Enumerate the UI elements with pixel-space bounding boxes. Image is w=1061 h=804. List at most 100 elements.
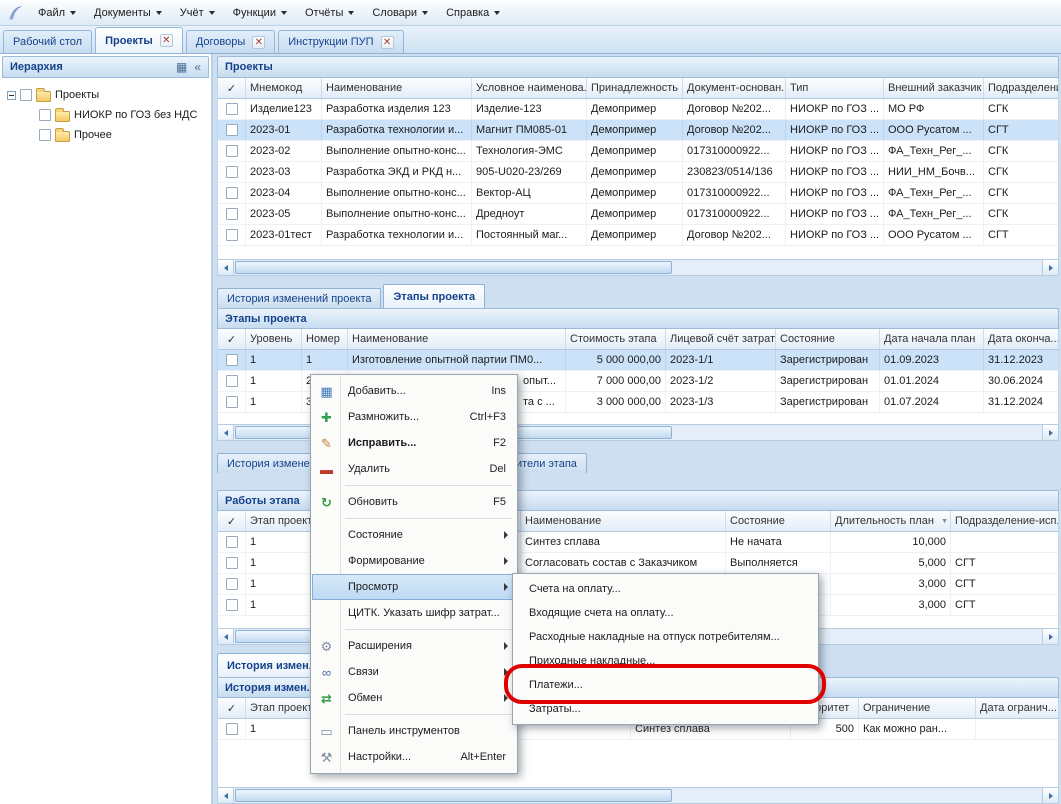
tree-checkbox[interactable] xyxy=(39,129,51,141)
tree-item-niokr-goz[interactable]: НИОКР по ГОЗ без НДС xyxy=(2,105,209,125)
scroll-left-button[interactable] xyxy=(218,260,234,275)
submenu-costs[interactable]: Затраты... xyxy=(514,697,817,721)
column-header[interactable]: Наименование xyxy=(348,329,566,349)
row-checkbox[interactable] xyxy=(226,557,238,569)
context-add[interactable]: ▦Добавить...Ins xyxy=(312,378,516,404)
context-view[interactable]: Просмотр xyxy=(312,574,516,600)
table-row[interactable]: 2023-04Выполнение опытно-конс...Вектор-А… xyxy=(218,183,1058,204)
context-delete[interactable]: ▬УдалитьDel xyxy=(312,456,516,482)
scroll-left-button[interactable] xyxy=(218,629,234,644)
column-header[interactable]: Длительность план▼ xyxy=(831,511,951,531)
row-checkbox[interactable] xyxy=(226,124,238,136)
column-header[interactable]: Дата огранич... xyxy=(976,698,1059,718)
row-checkbox[interactable] xyxy=(226,103,238,115)
column-header[interactable]: ✓ xyxy=(218,698,246,718)
row-checkbox[interactable] xyxy=(226,145,238,157)
submenu-payments[interactable]: Платежи... xyxy=(514,673,817,697)
context-extensions[interactable]: ⚙Расширения xyxy=(312,633,516,659)
expander-icon[interactable] xyxy=(7,91,16,100)
column-header[interactable]: Условное наименова... xyxy=(472,78,587,98)
column-header[interactable]: Стоимость этапа xyxy=(566,329,666,349)
submenu-incoming-invoices[interactable]: Входящие счета на оплату... xyxy=(514,601,817,625)
tab-desktop[interactable]: Рабочий стол xyxy=(3,30,92,53)
scroll-thumb[interactable] xyxy=(235,261,672,274)
scroll-right-button[interactable] xyxy=(1042,425,1058,440)
column-header[interactable]: ✓ xyxy=(218,329,246,349)
scroll-right-button[interactable] xyxy=(1042,788,1058,803)
tree-checkbox[interactable] xyxy=(20,89,32,101)
row-checkbox[interactable] xyxy=(226,599,238,611)
history-hscrollbar[interactable] xyxy=(217,787,1059,804)
menu-functions[interactable]: Функции xyxy=(224,0,296,25)
scroll-right-button[interactable] xyxy=(1042,260,1058,275)
menu-dictionaries[interactable]: Словари xyxy=(363,0,437,25)
tab-project-stages[interactable]: Этапы проекта xyxy=(383,284,485,308)
submenu-expense-waybills[interactable]: Расходные накладные на отпуск потребител… xyxy=(514,625,817,649)
table-row[interactable]: 2023-01Разработка технологии и...Магнит … xyxy=(218,120,1058,141)
table-row[interactable]: 2023-01тестРазработка технологии и...Пос… xyxy=(218,225,1058,246)
row-checkbox[interactable] xyxy=(226,536,238,548)
menu-accounting[interactable]: Учёт xyxy=(171,0,224,25)
close-icon[interactable] xyxy=(252,36,265,49)
row-checkbox[interactable] xyxy=(226,723,238,735)
column-header[interactable]: Тип xyxy=(786,78,884,98)
column-header[interactable]: Принадлежность xyxy=(587,78,683,98)
context-links[interactable]: ∞Связи xyxy=(312,659,516,685)
context-exchange[interactable]: ⇄Обмен xyxy=(312,685,516,711)
row-checkbox[interactable] xyxy=(226,354,238,366)
row-checkbox[interactable] xyxy=(226,375,238,387)
grid-view-icon[interactable]: ▦ xyxy=(176,61,187,73)
context-toolbar[interactable]: ▭Панель инструментов xyxy=(312,718,516,744)
tab-contracts[interactable]: Договоры xyxy=(186,30,275,53)
projects-hscrollbar[interactable] xyxy=(217,259,1059,276)
row-checkbox[interactable] xyxy=(226,208,238,220)
menu-file[interactable]: Файл xyxy=(29,0,85,25)
column-header[interactable]: Наименование xyxy=(521,511,726,531)
close-icon[interactable] xyxy=(381,36,394,49)
table-row[interactable]: 2023-03Разработка ЭКД и РКД н...905-U020… xyxy=(218,162,1058,183)
column-header[interactable]: ✓ xyxy=(218,78,246,98)
row-checkbox[interactable] xyxy=(226,229,238,241)
column-header[interactable]: Подразделение-исп... xyxy=(951,511,1059,531)
row-checkbox[interactable] xyxy=(226,166,238,178)
context-formation[interactable]: Формирование xyxy=(312,548,516,574)
column-header[interactable]: Состояние xyxy=(726,511,831,531)
scroll-left-button[interactable] xyxy=(218,788,234,803)
column-header[interactable]: ✓ xyxy=(218,511,246,531)
column-header[interactable]: Дата оконча... xyxy=(984,329,1059,349)
menu-reports[interactable]: Отчёты xyxy=(296,0,363,25)
tab-pup-instructions[interactable]: Инструкции ПУП xyxy=(278,30,403,53)
column-header[interactable]: Подразделени... xyxy=(984,78,1059,98)
tree-checkbox[interactable] xyxy=(39,109,51,121)
scroll-thumb[interactable] xyxy=(235,789,672,802)
tree-item-other[interactable]: Прочее xyxy=(2,125,209,145)
collapse-panel-icon[interactable]: « xyxy=(194,61,201,73)
table-row[interactable]: 2023-05Выполнение опытно-конс...Дредноут… xyxy=(218,204,1058,225)
close-icon[interactable] xyxy=(160,34,173,47)
menu-help[interactable]: Справка xyxy=(437,0,509,25)
submenu-receipt-waybills[interactable]: Приходные накладные... xyxy=(514,649,817,673)
column-header[interactable]: Мнемокод xyxy=(246,78,322,98)
column-header[interactable]: Документ-основан... xyxy=(683,78,786,98)
row-checkbox[interactable] xyxy=(226,187,238,199)
context-edit[interactable]: ✎Исправить...F2 xyxy=(312,430,516,456)
table-row[interactable]: 2023-02Выполнение опытно-конс...Технолог… xyxy=(218,141,1058,162)
context-citk-cost-code[interactable]: ЦИТК. Указать шифр затрат... xyxy=(312,600,516,626)
tab-projects[interactable]: Проекты xyxy=(95,27,183,53)
column-header[interactable]: Наименование xyxy=(322,78,472,98)
tab-project-history[interactable]: История изменений проекта xyxy=(217,288,381,308)
column-header[interactable]: Номер xyxy=(302,329,348,349)
column-header[interactable]: Ограничение xyxy=(859,698,976,718)
context-state[interactable]: Состояние xyxy=(312,522,516,548)
column-header[interactable]: Уровень xyxy=(246,329,302,349)
column-header[interactable]: Лицевой счёт затрат xyxy=(666,329,776,349)
row-checkbox[interactable] xyxy=(226,578,238,590)
context-settings[interactable]: ⚒Настройки...Alt+Enter xyxy=(312,744,516,770)
context-refresh[interactable]: ↻ОбновитьF5 xyxy=(312,489,516,515)
menu-documents[interactable]: Документы xyxy=(85,0,171,25)
tree-item-projects[interactable]: Проекты xyxy=(2,85,209,105)
table-row[interactable]: Изделие123Разработка изделия 123Изделие-… xyxy=(218,99,1058,120)
submenu-payment-invoices[interactable]: Счета на оплату... xyxy=(514,577,817,601)
context-duplicate[interactable]: ✚Размножить...Ctrl+F3 xyxy=(312,404,516,430)
column-header[interactable]: Дата начала план xyxy=(880,329,984,349)
